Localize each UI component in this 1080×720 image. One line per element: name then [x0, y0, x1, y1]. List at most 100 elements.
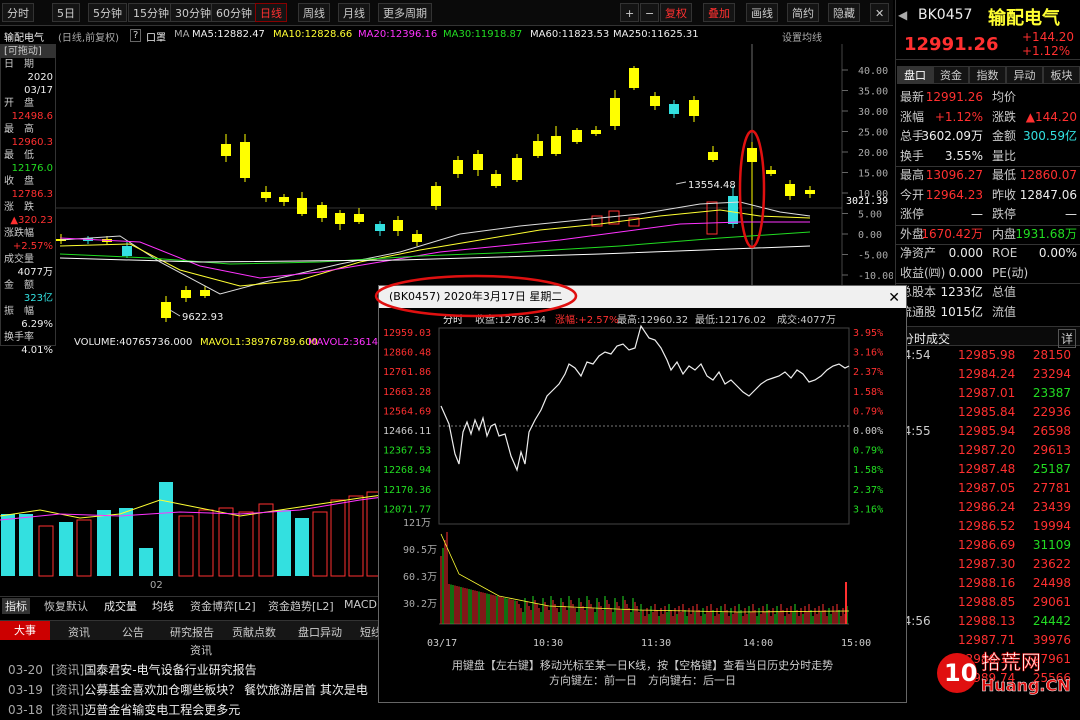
kline-info-box[interactable]: [可拖动] 日 期 2020 03/17 开 盘 12498.6 最 高 129… — [0, 44, 56, 356]
indicator-tab-reset[interactable]: 恢复默认 — [44, 598, 88, 614]
quote-change: +144.20 — [1022, 30, 1075, 44]
news-tab-info[interactable]: 资讯 — [68, 624, 90, 640]
period-tab-daily[interactable]: 日线 — [255, 3, 287, 22]
volume-bar-down — [19, 514, 33, 576]
quote-label: 昨收 — [992, 187, 1017, 202]
chart-mode: (日线,前复权) — [58, 33, 119, 44]
period-tab-monthly[interactable]: 月线 — [338, 3, 370, 22]
intraday-time-tick: 11:30 — [641, 638, 671, 649]
indicator-tab-volume[interactable]: 成交量 — [104, 598, 137, 614]
quote-value: 12860.07 — [1019, 168, 1077, 182]
period-toolbar: 分时 5日 5分钟 15分钟 30分钟 60分钟 日线 周线 月线 更多周期 +… — [0, 0, 893, 26]
volume-bar-up — [198, 509, 214, 577]
period-tab-30min[interactable]: 30分钟 — [170, 3, 216, 22]
tab-abnormal[interactable]: 异动 — [1006, 66, 1043, 84]
intraday-price-line — [440, 324, 850, 472]
popup-footer: 用键盘【左右键】移动光标至某一日K线，按【空格键】查看当日历史分时走势 方向键左… — [379, 658, 906, 688]
news-item[interactable]: 03-18 [资讯]迈普金省输变电工程会更多元 — [0, 700, 390, 720]
news-item[interactable]: 03-20 [资讯]国泰君安-电气设备行业研究报告 — [0, 660, 390, 680]
news-tab-notice[interactable]: 公告 — [122, 624, 144, 640]
period-tab-5day[interactable]: 5日 — [52, 3, 80, 22]
volume-bar-up — [238, 511, 254, 577]
intraday-chart[interactable]: 12959.03 12860.48 12761.86 12663.28 12564.69… — [379, 324, 906, 654]
draw-button[interactable]: 画线 — [746, 3, 778, 22]
news-tab-events[interactable]: 大事 — [0, 621, 50, 640]
candle-body — [335, 213, 345, 224]
overlay-button[interactable]: 叠加 — [703, 3, 735, 22]
news-tab-contribution[interactable]: 贡献点数 — [232, 624, 276, 640]
drag-label[interactable]: [可拖动] — [1, 45, 55, 58]
news-tab-research[interactable]: 研究报告 — [170, 624, 214, 640]
ma10-line — [59, 209, 811, 287]
quote-value: 12847.06 — [1019, 187, 1077, 202]
y-tick-label: -10.00 — [858, 271, 893, 282]
indicator-tab-ma[interactable]: 均线 — [152, 598, 174, 614]
indicator-tab-main[interactable]: 指标 — [2, 598, 30, 614]
trade-volume: 24442 — [1032, 614, 1071, 628]
quote-value: 1015亿 — [940, 304, 983, 319]
candle-body — [453, 160, 463, 174]
quote-value: 3.55% — [944, 148, 983, 163]
period-tab-more[interactable]: 更多周期 — [378, 3, 432, 22]
candle-body — [512, 158, 522, 180]
back-icon[interactable]: ◀ — [898, 8, 907, 22]
news-item[interactable]: 03-19 [资讯]公募基金喜欢加仓哪些板块？ 餐饮旅游居首 其次是电 — [0, 680, 390, 700]
y-tick-label: 0.00 — [858, 230, 882, 241]
volume-bar-up — [38, 525, 54, 577]
tab-pankou[interactable]: 盘口 — [897, 66, 933, 84]
quote-value: ▲144.20 — [1025, 109, 1077, 124]
svg-text:10: 10 — [944, 659, 977, 687]
period-tab-60min[interactable]: 60分钟 — [211, 3, 257, 22]
quote-value: 0.000 — [948, 246, 983, 260]
minus-button[interactable]: − — [640, 3, 660, 22]
volume-chart[interactable]: 02 — [0, 350, 390, 596]
quote-row: 最新 12991.26 均价 — [896, 88, 1080, 107]
tab-fund[interactable]: 资金 — [933, 66, 969, 84]
annotation-pointer — [675, 181, 687, 185]
hide-button[interactable]: 隐藏 — [828, 3, 860, 22]
trade-price: 12986.69 — [958, 538, 1016, 552]
intraday-right-tick: 2.37% — [853, 485, 883, 496]
help-icon[interactable]: ? — [130, 29, 142, 42]
close-chart-button[interactable]: ✕ — [870, 3, 890, 22]
candle-body — [728, 196, 738, 224]
indicator-tab-fund-trend[interactable]: 资金趋势[L2] — [268, 598, 334, 614]
low-label: 最 低 — [4, 150, 34, 161]
quote-label: 今开 — [900, 187, 925, 202]
volume-tick: 30.2万 — [403, 599, 437, 610]
indicator-tab-fund-game[interactable]: 资金博弈[L2] — [190, 598, 256, 614]
trade-row: 12987.20 29613 — [896, 441, 1080, 460]
trade-row: 12987.05 27781 — [896, 479, 1080, 498]
period-tab-fenshi[interactable]: 分时 — [2, 3, 34, 22]
fuquan-button[interactable]: 复权 — [660, 3, 692, 22]
tab-index[interactable]: 指数 — [969, 66, 1006, 84]
date-year: 2020 — [27, 72, 53, 83]
quote-header: ◀ BK0457 输配电气 12991.26 +144.20 +1.12% — [896, 0, 1080, 60]
period-tab-weekly[interactable]: 周线 — [298, 3, 330, 22]
volume-ma-line — [440, 533, 850, 613]
quote-label: 量比 — [992, 148, 1017, 163]
svg-text:Huang.CN: Huang.CN — [981, 676, 1071, 695]
trade-volume: 29061 — [1032, 595, 1071, 609]
y-tick-label: 20.00 — [858, 148, 888, 159]
ma10-value: MA10:12828.66 — [273, 29, 353, 40]
ma-setting-button[interactable]: 设置均线 — [782, 29, 822, 44]
news-tab-abnormal[interactable]: 盘口异动 — [298, 624, 342, 640]
indicator-tab-macd[interactable]: MACD — [344, 598, 377, 611]
vol-value: 4077万 — [17, 267, 53, 278]
intraday-popup[interactable]: (BK0457) 2020年3月17日 星期二 ✕ 分时 收盘:12786.34 … — [378, 285, 907, 703]
quote-value: 0.00% — [1038, 246, 1077, 260]
ma30-value: MA30:11918.87 — [443, 29, 523, 40]
quote-label: 总值 — [992, 285, 1017, 299]
simple-button[interactable]: 简约 — [787, 3, 819, 22]
plus-button[interactable]: + — [620, 3, 640, 22]
close-icon[interactable]: ✕ — [888, 287, 900, 309]
period-tab-15min[interactable]: 15分钟 — [128, 3, 174, 22]
quote-row: 净资产 0.000 ROE 0.00% — [896, 244, 1080, 263]
news-tabs: 大事 资讯 公告 研究报告 贡献点数 盘口异动 短线 — [0, 620, 390, 640]
period-tab-5min[interactable]: 5分钟 — [88, 3, 127, 22]
volume-value: VOLUME:40765736.000 — [74, 337, 193, 348]
quote-value: 13096.27 — [925, 168, 983, 182]
quote-value: 1670.42万 — [921, 226, 983, 241]
tab-sector[interactable]: 板块 — [1043, 66, 1080, 84]
